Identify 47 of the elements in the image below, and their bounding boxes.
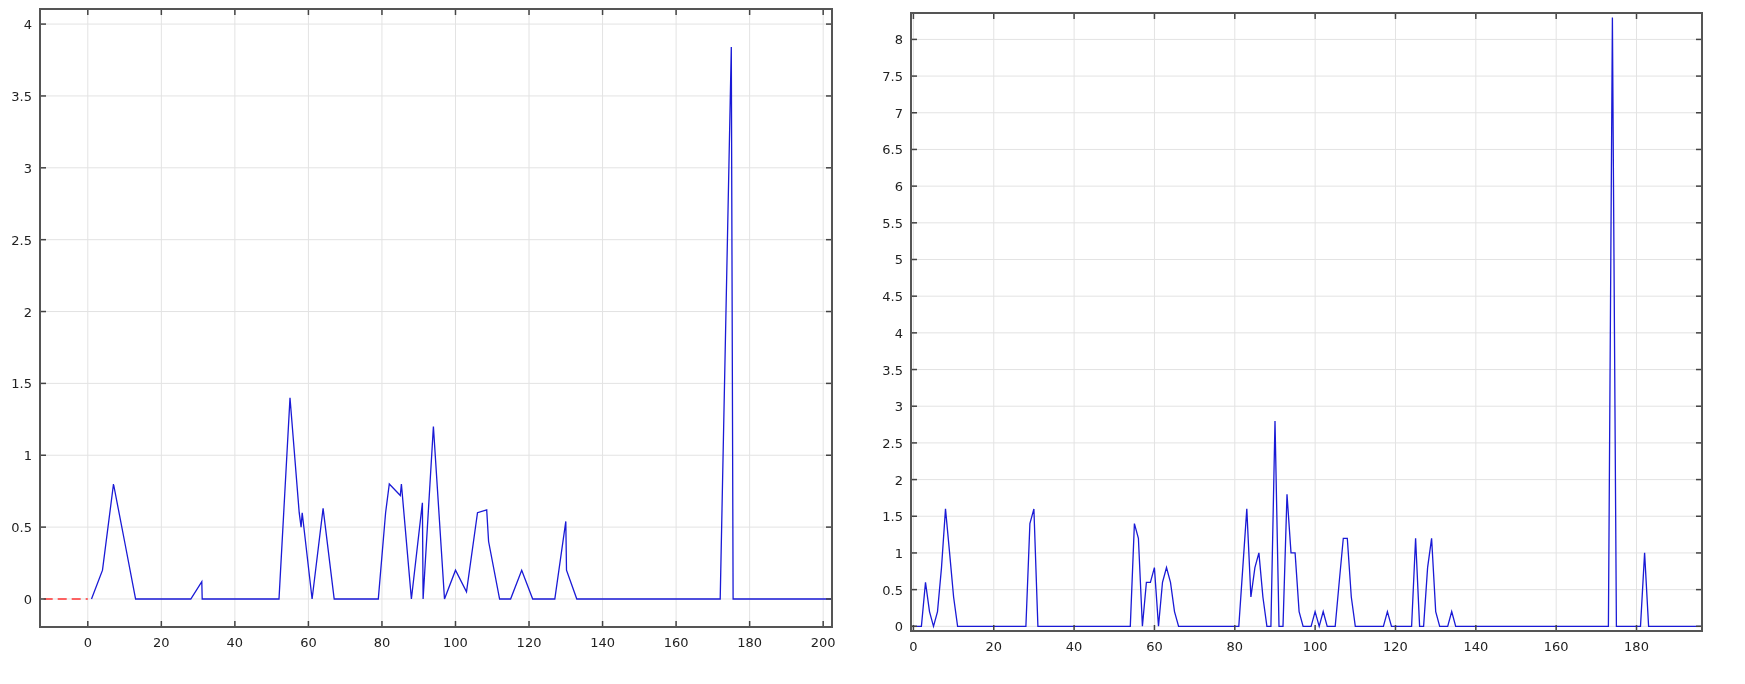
x-tick-label: 40 — [1065, 639, 1083, 654]
x-tick-label: 140 — [1463, 639, 1489, 654]
y-tick-label: 1 — [23, 448, 32, 464]
x-tick-label: 60 — [1146, 639, 1163, 654]
y-tick-label: 7 — [894, 105, 903, 121]
y-tick-label: 3 — [894, 399, 903, 415]
x-tick-label: 100 — [443, 635, 468, 650]
x-tick-label: 120 — [516, 635, 542, 650]
x-tick-label: 80 — [1226, 639, 1244, 654]
y-tick-label: 2 — [23, 304, 32, 320]
y-tick-label: 3.5 — [11, 88, 32, 104]
y-tick-label: 6.5 — [882, 142, 903, 158]
y-tick-label: 0.5 — [11, 520, 32, 536]
y-tick-label: 0.5 — [882, 582, 903, 598]
y-tick-label: 7.5 — [882, 69, 903, 85]
x-tick-label: 100 — [1302, 639, 1328, 654]
x-tick-label: 180 — [737, 635, 763, 650]
x-tick-label: 80 — [373, 635, 391, 650]
y-tick-label: 0 — [23, 591, 32, 607]
x-tick-label: 140 — [590, 635, 615, 650]
x-tick-label: 0 — [83, 635, 92, 650]
x-tick-label: 160 — [1543, 639, 1569, 654]
y-tick-label: 6 — [894, 179, 903, 195]
x-tick-label: 0 — [909, 639, 918, 654]
y-tick-label: 0 — [894, 619, 903, 635]
y-tick-label: 1 — [894, 545, 903, 561]
x-tick-label: 20 — [153, 635, 170, 650]
y-tick-label: 4.5 — [882, 289, 903, 305]
y-tick-label: 2.5 — [11, 232, 32, 248]
x-tick-label: 60 — [300, 635, 317, 650]
x-tick-label: 160 — [663, 635, 689, 650]
y-tick-label: 2 — [894, 472, 903, 488]
y-tick-label: 2.5 — [882, 435, 903, 451]
y-tick-label: 8 — [894, 32, 903, 48]
y-tick-label: 4 — [23, 17, 32, 33]
x-tick-label: 200 — [810, 635, 836, 650]
y-tick-label: 1.5 — [11, 376, 32, 392]
x-tick-label: 120 — [1383, 639, 1408, 654]
x-tick-label: 40 — [226, 635, 244, 650]
y-tick-label: 5 — [894, 252, 903, 268]
y-tick-label: 3.5 — [882, 362, 903, 378]
y-tick-label: 4 — [894, 325, 903, 341]
y-tick-label: 1.5 — [882, 509, 903, 525]
x-tick-label: 20 — [985, 639, 1003, 654]
y-tick-label: 5.5 — [882, 215, 903, 231]
x-tick-label: 180 — [1624, 639, 1649, 654]
y-tick-label: 3 — [23, 160, 32, 176]
